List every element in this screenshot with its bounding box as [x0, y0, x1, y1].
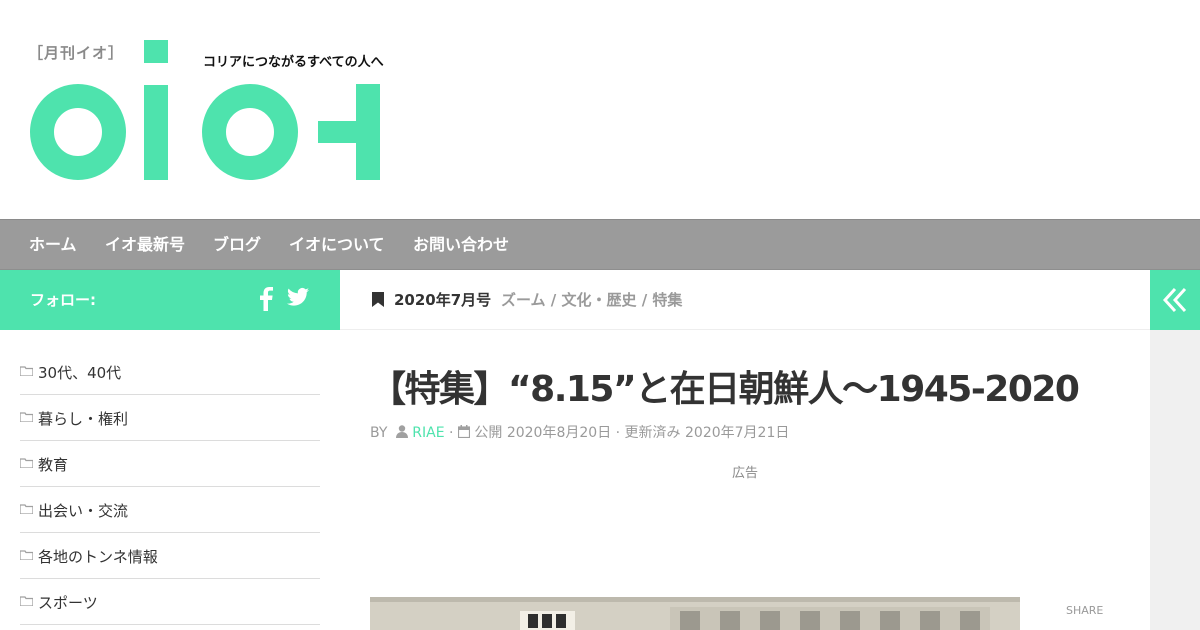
post-title: 【特集】“8.15”と在日朝鮮人～1945-2020: [370, 369, 1080, 410]
site-header: ［月刊イオ］ コリアにつながるすべての人へ: [0, 0, 1200, 219]
breadcrumb: 2020年7月号 ズーム / 文化・歴史 / 特集: [340, 270, 1150, 330]
category-item[interactable]: 教育: [20, 441, 320, 487]
nav-item-about[interactable]: イオについて: [289, 220, 385, 270]
category-item[interactable]: 30代、40代: [20, 349, 320, 395]
user-icon: [395, 425, 408, 438]
folder-icon: [20, 550, 33, 560]
expand-sidebar-button[interactable]: [1150, 270, 1200, 330]
site-logo[interactable]: [30, 40, 382, 182]
category-label: 出会い・交流: [38, 502, 129, 520]
nav-item-contact[interactable]: お問い合わせ: [413, 220, 509, 270]
published-date: 公開 2020年8月20日: [474, 425, 612, 441]
double-chevron-left-icon: [1162, 287, 1187, 313]
by-label: BY: [370, 425, 388, 441]
right-sidebar-collapsed: [1150, 330, 1200, 630]
main-content: 2020年7月号 ズーム / 文化・歴史 / 特集 【特集】“8.15”と在日朝…: [340, 270, 1150, 630]
ad-label: 広告: [732, 466, 759, 481]
issue-link[interactable]: 2020年7月号: [394, 270, 491, 330]
category-label: 暮らし・権利: [38, 410, 129, 428]
bookmark-icon: [372, 292, 384, 307]
follow-bar: フォロー:: [0, 270, 340, 330]
category-list: 30代、40代 暮らし・権利 教育 出会い・交流 各地のトンネ情報 スポーツ: [20, 349, 320, 625]
category-label: スポーツ: [38, 594, 98, 612]
category-item[interactable]: 出会い・交流: [20, 487, 320, 533]
featured-photo-placeholder: [370, 597, 1020, 630]
meta-separator: ·: [449, 425, 454, 441]
updated-date: · 更新済み 2020年7月21日: [615, 425, 790, 441]
category-label: 各地のトンネ情報: [38, 548, 158, 566]
folder-icon: [20, 458, 33, 468]
folder-icon: [20, 596, 33, 606]
category-links[interactable]: ズーム / 文化・歴史 / 特集: [501, 270, 682, 330]
nav-item-blog[interactable]: ブログ: [213, 220, 261, 270]
folder-icon: [20, 412, 33, 422]
category-label: 教育: [38, 456, 69, 474]
nav-item-home[interactable]: ホーム: [29, 220, 77, 270]
twitter-icon[interactable]: [287, 287, 309, 307]
share-label: SHARE: [1066, 604, 1104, 617]
featured-image: [370, 597, 1020, 630]
facebook-icon[interactable]: [259, 287, 273, 311]
main-nav: ホーム イオ最新号 ブログ イオについて お問い合わせ: [0, 219, 1200, 270]
category-item[interactable]: 暮らし・権利: [20, 395, 320, 441]
category-label: 30代、40代: [38, 364, 122, 382]
post-meta: BY RIAE · 公開 2020年8月20日 · 更新済み 2020年7月21…: [370, 422, 789, 442]
sidebar: フォロー: 30代、40代 暮らし・権利 教育 出会い・交流 各地のトンネ情報: [0, 270, 340, 630]
follow-label: フォロー:: [30, 291, 96, 309]
calendar-icon: [457, 425, 471, 439]
folder-icon: [20, 504, 33, 514]
author-link[interactable]: RIAE: [412, 425, 444, 441]
nav-item-latest-issue[interactable]: イオ最新号: [105, 220, 185, 270]
folder-icon: [20, 366, 33, 376]
category-item[interactable]: 各地のトンネ情報: [20, 533, 320, 579]
category-item[interactable]: スポーツ: [20, 579, 320, 625]
